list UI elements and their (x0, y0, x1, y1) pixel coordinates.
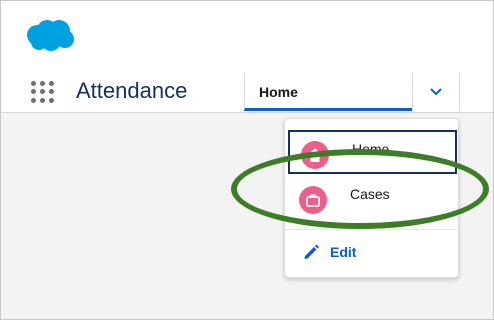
tab-home[interactable]: Home (244, 73, 412, 111)
edit-nav-button[interactable]: Edit (288, 237, 457, 267)
nav-menu-button[interactable] (412, 73, 460, 111)
tab-home-label: Home (259, 84, 298, 100)
pencil-icon (304, 244, 319, 259)
home-icon (301, 141, 329, 169)
menu-item-label: Cases (350, 186, 390, 202)
app-nav-bar: Attendance Home (1, 69, 493, 113)
chevron-down-icon (430, 88, 442, 96)
app-name: Attendance (76, 78, 188, 103)
edit-label: Edit (330, 244, 357, 260)
menu-divider (285, 229, 460, 230)
app-window: Attendance Home Home Cases Edit (0, 0, 494, 320)
app-launcher-icon[interactable] (31, 81, 55, 103)
global-header (1, 1, 493, 69)
salesforce-logo-icon[interactable] (23, 17, 75, 53)
menu-item-label: Home (352, 141, 390, 157)
menu-item-cases[interactable]: Cases (288, 177, 457, 219)
briefcase-icon (299, 186, 327, 214)
menu-item-home[interactable]: Home (288, 130, 457, 174)
nav-dropdown-menu: Home Cases Edit (284, 118, 460, 278)
